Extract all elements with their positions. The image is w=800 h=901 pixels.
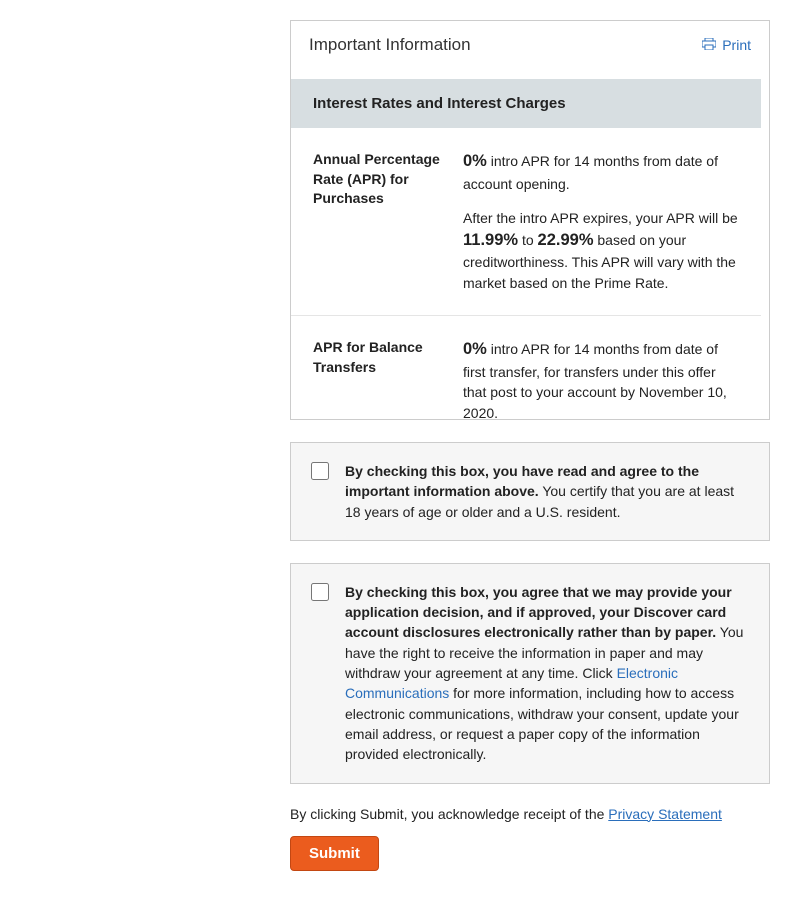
row-apr-purchases: Annual Percentage Rate (APR) for Purchas… (291, 128, 761, 316)
consent-checkbox-1[interactable] (311, 462, 329, 480)
consent-text-2: By checking this box, you agree that we … (345, 582, 749, 765)
row-value: 0% intro APR for 14 months from date of … (463, 150, 739, 293)
row-label: Annual Percentage Rate (APR) for Purchas… (313, 150, 463, 293)
consent-text-1: By checking this box, you have read and … (345, 461, 749, 522)
important-information-panel: Important Information Print Interest Rat… (290, 20, 770, 420)
section-header: Interest Rates and Interest Charges (291, 79, 761, 128)
info-scroll-area[interactable]: Interest Rates and Interest Charges Annu… (291, 79, 769, 419)
rate-low: 11.99% (463, 231, 518, 249)
rate-high: 22.99% (538, 231, 594, 249)
privacy-statement-link[interactable]: Privacy Statement (608, 806, 722, 822)
consent-checkbox-2[interactable] (311, 583, 329, 601)
row-value: 0% intro APR for 14 months from date of … (463, 338, 739, 419)
privacy-line: By clicking Submit, you acknowledge rece… (290, 806, 770, 822)
row-label: APR for Balance Transfers (313, 338, 463, 419)
print-label: Print (722, 37, 751, 53)
panel-title: Important Information (309, 35, 471, 55)
submit-button[interactable]: Submit (290, 836, 379, 871)
print-link[interactable]: Print (702, 37, 751, 53)
intro-rate: 0% (463, 340, 487, 358)
consent-box-2: By checking this box, you agree that we … (290, 563, 770, 784)
consent-box-1: By checking this box, you have read and … (290, 442, 770, 541)
print-icon (702, 37, 716, 53)
row-apr-balance-transfers: APR for Balance Transfers 0% intro APR f… (291, 316, 761, 419)
intro-rate: 0% (463, 152, 487, 170)
